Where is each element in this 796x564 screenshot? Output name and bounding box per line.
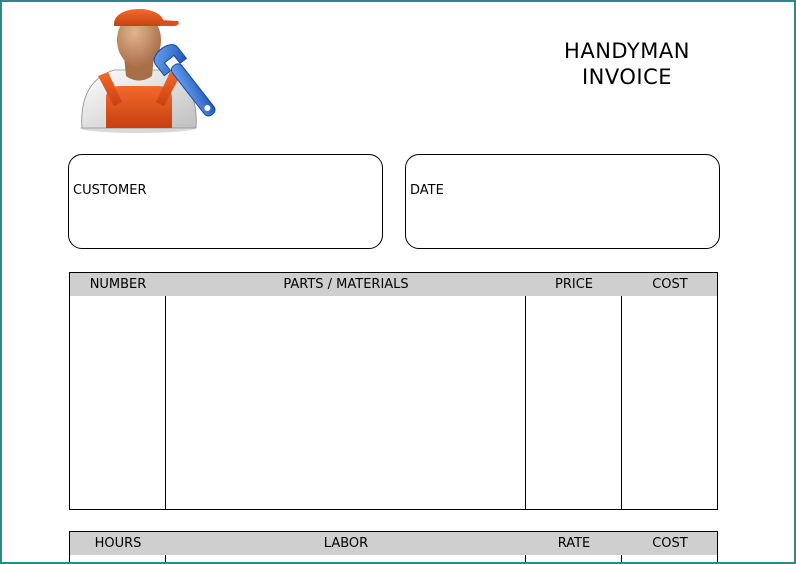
invoice-title: HANDYMAN INVOICE	[542, 38, 712, 90]
column-divider	[165, 296, 166, 509]
column-divider	[621, 555, 622, 562]
column-header-parts-materials: PARTS / MATERIALS	[283, 277, 409, 292]
column-divider	[621, 296, 622, 509]
column-header-number: NUMBER	[89, 277, 147, 292]
column-header-cost: COST	[652, 536, 688, 551]
title-line-2: INVOICE	[581, 65, 673, 89]
column-divider	[525, 555, 526, 562]
date-label: DATE	[410, 183, 444, 198]
customer-label: CUSTOMER	[73, 183, 147, 198]
parts-table: NUMBER PARTS / MATERIALS PRICE COST	[69, 272, 718, 510]
column-divider	[165, 555, 166, 562]
handyman-logo-icon	[80, 9, 216, 133]
column-header-cost: COST	[652, 277, 688, 292]
customer-box[interactable]: CUSTOMER	[68, 154, 383, 249]
column-header-labor: LABOR	[323, 536, 369, 551]
column-header-price: PRICE	[555, 277, 593, 292]
column-header-rate: RATE	[557, 536, 591, 551]
title-line-1: HANDYMAN	[564, 39, 690, 63]
date-box[interactable]: DATE	[405, 154, 720, 249]
invoice-page: HANDYMAN INVOICE CUSTOMER DATE NUMBER PA…	[0, 0, 796, 564]
parts-table-header: NUMBER PARTS / MATERIALS PRICE COST	[70, 273, 717, 296]
column-header-hours: HOURS	[94, 536, 142, 551]
labor-table: HOURS LABOR RATE COST	[69, 531, 718, 562]
labor-table-header: HOURS LABOR RATE COST	[70, 532, 717, 555]
column-divider	[525, 296, 526, 509]
